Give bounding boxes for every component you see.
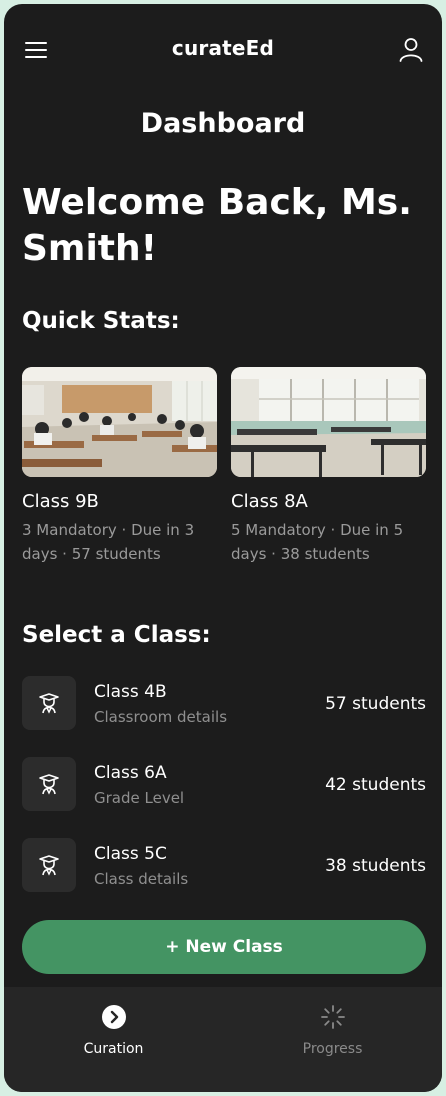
class-subtitle: Grade Level — [94, 789, 185, 807]
class-icon-tile — [22, 676, 76, 730]
empty-classroom-photo — [231, 367, 426, 477]
top-bar: curateEd — [4, 4, 442, 94]
graduation-cap-icon — [39, 693, 59, 714]
bottom-nav: Curation Progress — [4, 987, 442, 1092]
graduation-cap-icon — [39, 855, 59, 876]
nav-label: Progress — [302, 1041, 363, 1057]
class-name: Class 6A — [94, 763, 167, 783]
stat-card-meta: 5 Mandatory · Due in 5 days · 38 student… — [231, 521, 404, 563]
student-count: 57 students — [325, 694, 426, 714]
stat-card-title: Class 8A — [231, 491, 308, 512]
nav-item-curation[interactable]: Curation — [4, 987, 223, 1092]
page-title: Dashboard — [140, 108, 306, 139]
nav-label: Curation — [83, 1041, 144, 1057]
loader-icon — [321, 1005, 345, 1029]
class-item-4b[interactable]: Class 4B Classroom details 57 students — [22, 676, 426, 730]
app-brand: curateEd — [171, 36, 275, 60]
welcome-heading: Welcome Back, Ms. Smith! — [22, 182, 412, 269]
nav-item-progress[interactable]: Progress — [223, 987, 442, 1092]
class-item-5c[interactable]: Class 5C Class details 38 students — [22, 838, 426, 892]
student-count: 38 students — [325, 856, 426, 876]
stat-card-class-9b[interactable]: Class 9B 3 Mandatory · Due in 3 days · 5… — [22, 367, 217, 566]
class-subtitle: Classroom details — [94, 708, 228, 726]
student-count: 42 students — [325, 775, 426, 795]
chevron-circle-icon — [102, 1005, 126, 1029]
quick-stats-title: Quick Stats: — [22, 308, 180, 334]
class-item-6a[interactable]: Class 6A Grade Level 42 students — [22, 757, 426, 811]
user-profile-icon[interactable] — [398, 36, 424, 62]
app-screen: curateEd Dashboard Welcome Back, Ms. Smi… — [4, 4, 442, 1092]
graduation-cap-icon — [39, 774, 59, 795]
class-icon-tile — [22, 838, 76, 892]
stat-card-meta: 3 Mandatory · Due in 3 days · 57 student… — [22, 521, 195, 563]
class-subtitle: Class details — [94, 870, 189, 888]
stat-card-title: Class 9B — [22, 491, 99, 512]
select-class-title: Select a Class: — [22, 622, 211, 648]
class-icon-tile — [22, 757, 76, 811]
class-name: Class 5C — [94, 844, 167, 864]
classroom-photo — [22, 367, 217, 477]
new-class-button[interactable]: + New Class — [22, 920, 426, 974]
stat-card-class-8a[interactable]: Class 8A 5 Mandatory · Due in 5 days · 3… — [231, 367, 426, 566]
class-name: Class 4B — [94, 682, 167, 702]
